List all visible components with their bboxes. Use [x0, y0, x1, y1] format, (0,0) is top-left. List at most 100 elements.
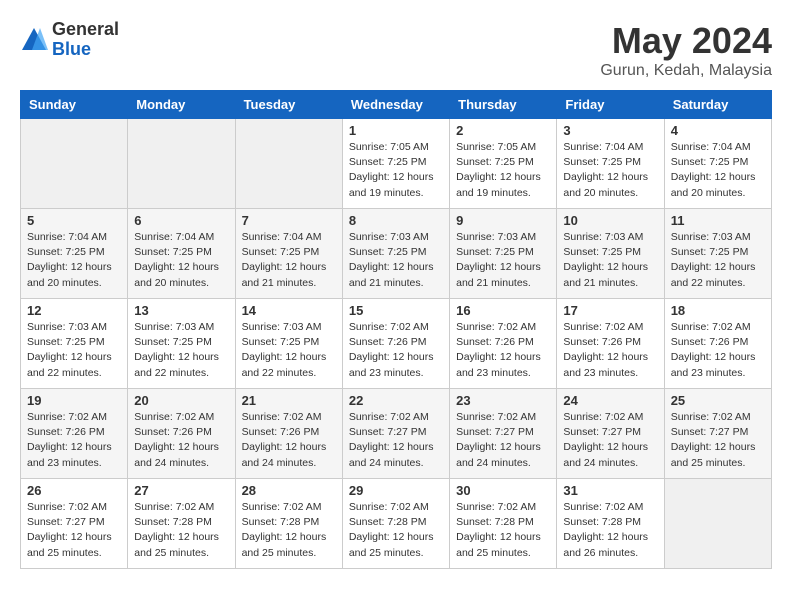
day-number: 24 [563, 393, 657, 408]
day-number: 9 [456, 213, 550, 228]
day-cell: 17 Sunrise: 7:02 AM Sunset: 7:26 PM Dayli… [557, 299, 664, 389]
day-info: Sunrise: 7:02 AM Sunset: 7:26 PM Dayligh… [671, 320, 765, 381]
day-number: 8 [349, 213, 443, 228]
day-cell [235, 119, 342, 209]
day-info: Sunrise: 7:02 AM Sunset: 7:28 PM Dayligh… [456, 500, 550, 561]
day-info: Sunrise: 7:02 AM Sunset: 7:26 PM Dayligh… [134, 410, 228, 471]
day-cell: 13 Sunrise: 7:03 AM Sunset: 7:25 PM Dayli… [128, 299, 235, 389]
day-number: 23 [456, 393, 550, 408]
day-cell: 29 Sunrise: 7:02 AM Sunset: 7:28 PM Dayli… [342, 479, 449, 569]
week-row-4: 19Sunrise: 7:02 AM Sunset: 7:26 PM Dayli… [21, 389, 772, 479]
day-header-saturday: Saturday [664, 91, 771, 119]
day-info: Sunrise: 7:03 AM Sunset: 7:25 PM Dayligh… [563, 230, 657, 291]
day-cell: 21 Sunrise: 7:02 AM Sunset: 7:26 PM Dayli… [235, 389, 342, 479]
day-info: Sunrise: 7:02 AM Sunset: 7:28 PM Dayligh… [349, 500, 443, 561]
day-info: Sunrise: 7:02 AM Sunset: 7:26 PM Dayligh… [456, 320, 550, 381]
day-number: 22 [349, 393, 443, 408]
day-cell: 26Sunrise: 7:02 AM Sunset: 7:27 PM Dayli… [21, 479, 128, 569]
day-info: Sunrise: 7:03 AM Sunset: 7:25 PM Dayligh… [456, 230, 550, 291]
day-header-tuesday: Tuesday [235, 91, 342, 119]
day-number: 17 [563, 303, 657, 318]
day-cell: 11Sunrise: 7:03 AM Sunset: 7:25 PM Dayli… [664, 209, 771, 299]
logo-icon [20, 26, 48, 54]
day-cell: 14Sunrise: 7:03 AM Sunset: 7:25 PM Dayli… [235, 299, 342, 389]
week-row-2: 5 Sunrise: 7:04 AM Sunset: 7:25 PM Daylig… [21, 209, 772, 299]
day-info: Sunrise: 7:02 AM Sunset: 7:28 PM Dayligh… [563, 500, 657, 561]
logo-text: General Blue [52, 20, 119, 60]
day-number: 1 [349, 123, 443, 138]
day-number: 31 [563, 483, 657, 498]
day-info: Sunrise: 7:03 AM Sunset: 7:25 PM Dayligh… [27, 320, 121, 381]
day-cell: 8 Sunrise: 7:03 AM Sunset: 7:25 PM Daylig… [342, 209, 449, 299]
day-cell: 24 Sunrise: 7:02 AM Sunset: 7:27 PM Dayli… [557, 389, 664, 479]
day-cell: 22Sunrise: 7:02 AM Sunset: 7:27 PM Dayli… [342, 389, 449, 479]
day-number: 3 [563, 123, 657, 138]
day-number: 18 [671, 303, 765, 318]
day-header-thursday: Thursday [450, 91, 557, 119]
day-number: 10 [563, 213, 657, 228]
day-info: Sunrise: 7:02 AM Sunset: 7:26 PM Dayligh… [27, 410, 121, 471]
day-cell: 30 Sunrise: 7:02 AM Sunset: 7:28 PM Dayli… [450, 479, 557, 569]
day-cell: 1 Sunrise: 7:05 AM Sunset: 7:25 PM Daylig… [342, 119, 449, 209]
day-header-wednesday: Wednesday [342, 91, 449, 119]
day-info: Sunrise: 7:02 AM Sunset: 7:27 PM Dayligh… [456, 410, 550, 471]
day-cell: 18 Sunrise: 7:02 AM Sunset: 7:26 PM Dayli… [664, 299, 771, 389]
day-number: 16 [456, 303, 550, 318]
day-number: 29 [349, 483, 443, 498]
days-header-row: SundayMondayTuesdayWednesdayThursdayFrid… [21, 91, 772, 119]
logo-general-text: General [52, 20, 119, 40]
day-info: Sunrise: 7:02 AM Sunset: 7:27 PM Dayligh… [563, 410, 657, 471]
day-cell: 9 Sunrise: 7:03 AM Sunset: 7:25 PM Daylig… [450, 209, 557, 299]
day-info: Sunrise: 7:02 AM Sunset: 7:26 PM Dayligh… [349, 320, 443, 381]
day-number: 15 [349, 303, 443, 318]
day-cell: 27 Sunrise: 7:02 AM Sunset: 7:28 PM Dayli… [128, 479, 235, 569]
day-number: 27 [134, 483, 228, 498]
day-info: Sunrise: 7:02 AM Sunset: 7:27 PM Dayligh… [27, 500, 121, 561]
day-cell: 10 Sunrise: 7:03 AM Sunset: 7:25 PM Dayli… [557, 209, 664, 299]
day-number: 13 [134, 303, 228, 318]
day-cell [21, 119, 128, 209]
week-row-5: 26Sunrise: 7:02 AM Sunset: 7:27 PM Dayli… [21, 479, 772, 569]
week-row-3: 12Sunrise: 7:03 AM Sunset: 7:25 PM Dayli… [21, 299, 772, 389]
day-number: 21 [242, 393, 336, 408]
day-info: Sunrise: 7:03 AM Sunset: 7:25 PM Dayligh… [349, 230, 443, 291]
day-cell: 28Sunrise: 7:02 AM Sunset: 7:28 PM Dayli… [235, 479, 342, 569]
day-cell: 4Sunrise: 7:04 AM Sunset: 7:25 PM Daylig… [664, 119, 771, 209]
day-number: 6 [134, 213, 228, 228]
calendar-table: SundayMondayTuesdayWednesdayThursdayFrid… [20, 90, 772, 569]
day-number: 11 [671, 213, 765, 228]
day-cell: 6 Sunrise: 7:04 AM Sunset: 7:25 PM Daylig… [128, 209, 235, 299]
day-number: 30 [456, 483, 550, 498]
day-info: Sunrise: 7:05 AM Sunset: 7:25 PM Dayligh… [349, 140, 443, 201]
day-info: Sunrise: 7:03 AM Sunset: 7:25 PM Dayligh… [134, 320, 228, 381]
logo: General Blue [20, 20, 119, 60]
day-number: 20 [134, 393, 228, 408]
week-row-1: 1 Sunrise: 7:05 AM Sunset: 7:25 PM Daylig… [21, 119, 772, 209]
day-header-friday: Friday [557, 91, 664, 119]
day-cell: 16 Sunrise: 7:02 AM Sunset: 7:26 PM Dayli… [450, 299, 557, 389]
day-info: Sunrise: 7:03 AM Sunset: 7:25 PM Dayligh… [242, 320, 336, 381]
day-info: Sunrise: 7:04 AM Sunset: 7:25 PM Dayligh… [242, 230, 336, 291]
day-number: 28 [242, 483, 336, 498]
day-cell: 5 Sunrise: 7:04 AM Sunset: 7:25 PM Daylig… [21, 209, 128, 299]
day-header-monday: Monday [128, 91, 235, 119]
day-number: 25 [671, 393, 765, 408]
day-info: Sunrise: 7:05 AM Sunset: 7:25 PM Dayligh… [456, 140, 550, 201]
day-info: Sunrise: 7:04 AM Sunset: 7:25 PM Dayligh… [671, 140, 765, 201]
day-number: 5 [27, 213, 121, 228]
day-cell: 20 Sunrise: 7:02 AM Sunset: 7:26 PM Dayli… [128, 389, 235, 479]
day-cell: 15 Sunrise: 7:02 AM Sunset: 7:26 PM Dayli… [342, 299, 449, 389]
day-number: 2 [456, 123, 550, 138]
day-info: Sunrise: 7:04 AM Sunset: 7:25 PM Dayligh… [27, 230, 121, 291]
day-info: Sunrise: 7:02 AM Sunset: 7:26 PM Dayligh… [563, 320, 657, 381]
day-cell [664, 479, 771, 569]
day-info: Sunrise: 7:02 AM Sunset: 7:28 PM Dayligh… [134, 500, 228, 561]
title-area: May 2024 Gurun, Kedah, Malaysia [600, 20, 772, 80]
day-cell: 19Sunrise: 7:02 AM Sunset: 7:26 PM Dayli… [21, 389, 128, 479]
day-info: Sunrise: 7:04 AM Sunset: 7:25 PM Dayligh… [134, 230, 228, 291]
day-info: Sunrise: 7:02 AM Sunset: 7:26 PM Dayligh… [242, 410, 336, 471]
location-subtitle: Gurun, Kedah, Malaysia [600, 62, 772, 80]
day-info: Sunrise: 7:04 AM Sunset: 7:25 PM Dayligh… [563, 140, 657, 201]
day-cell: 12Sunrise: 7:03 AM Sunset: 7:25 PM Dayli… [21, 299, 128, 389]
day-cell: 25Sunrise: 7:02 AM Sunset: 7:27 PM Dayli… [664, 389, 771, 479]
